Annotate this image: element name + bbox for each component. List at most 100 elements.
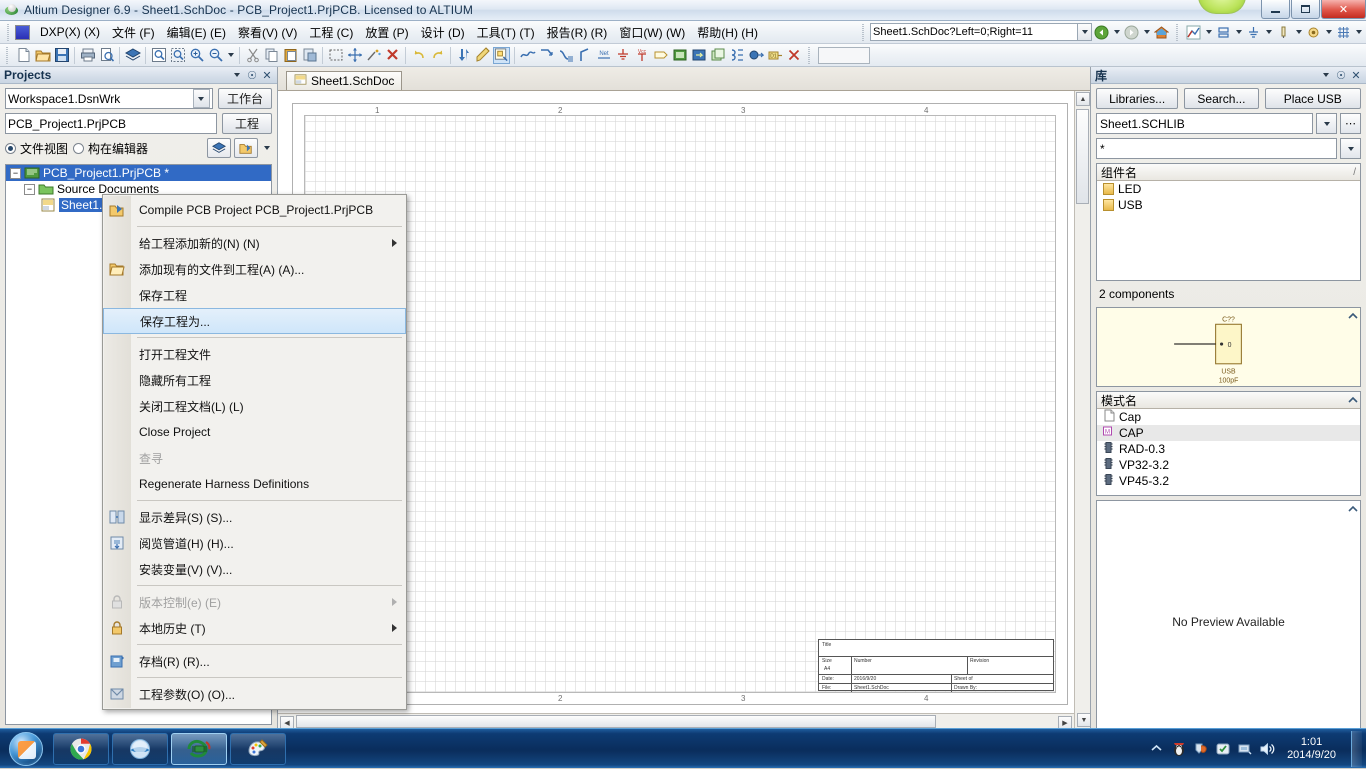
probe-icon[interactable] xyxy=(1275,24,1292,41)
undo-icon[interactable] xyxy=(410,47,427,64)
menu-help[interactable]: 帮助(H) (H) xyxy=(691,21,764,44)
place-usb-button[interactable]: Place USB xyxy=(1265,88,1361,109)
schematic-grid[interactable] xyxy=(304,115,1056,693)
maximize-button[interactable] xyxy=(1291,0,1320,19)
model-row-vp32[interactable]: VP32-3.2 xyxy=(1097,457,1360,473)
layers-button[interactable] xyxy=(207,138,231,158)
component-row-led[interactable]: LED xyxy=(1097,181,1360,197)
search-button[interactable]: Search... xyxy=(1184,88,1258,109)
taskbar-clock[interactable]: 1:01 2014/9/20 xyxy=(1280,736,1343,762)
workspace-combo[interactable]: Workspace1.DsnWrk xyxy=(5,88,213,109)
ctx-compile-project[interactable]: Compile PCB Project PCB_Project1.PrjPCB xyxy=(103,197,406,223)
gnd-dropdown-icon[interactable] xyxy=(1263,23,1274,41)
forward-icon[interactable] xyxy=(1123,24,1140,41)
schematic-sheet[interactable]: 1 2 3 4 1 2 3 4 xyxy=(292,103,1068,705)
place-sheet-symbol-icon[interactable] xyxy=(671,47,688,64)
probe-dropdown-icon[interactable] xyxy=(1293,23,1304,41)
network-icon[interactable] xyxy=(1236,740,1253,757)
minimize-button[interactable] xyxy=(1261,0,1290,19)
signal-chart-dropdown-icon[interactable] xyxy=(1203,23,1214,41)
place-harness-icon[interactable] xyxy=(728,47,745,64)
grid-icon[interactable] xyxy=(1335,24,1352,41)
panel-close-icon[interactable]: ✕ xyxy=(261,69,273,81)
menu-design[interactable]: 设计 (D) xyxy=(415,21,471,44)
library-close-icon[interactable]: ✕ xyxy=(1350,69,1362,81)
update-pcb-icon[interactable] xyxy=(455,47,472,64)
zoom-dropdown-icon[interactable] xyxy=(225,46,236,64)
sch-tools-grip[interactable] xyxy=(1174,24,1181,41)
canvas-vertical-scrollbar[interactable]: ▲ ▼ xyxy=(1074,91,1090,729)
expand-project-icon[interactable]: − xyxy=(10,168,21,179)
close-button[interactable]: ✕ xyxy=(1321,0,1366,19)
project-button[interactable]: 工程 xyxy=(222,113,272,134)
home-icon[interactable] xyxy=(1153,24,1170,41)
components-list[interactable]: 组件名 / LED USB xyxy=(1096,163,1361,281)
back-icon[interactable] xyxy=(1093,24,1110,41)
place-gnd-icon[interactable] xyxy=(614,47,631,64)
ctx-view-channels[interactable]: 阅览管道(H) (H)... xyxy=(103,530,406,556)
wire-ring-dropdown-icon[interactable] xyxy=(1323,23,1334,41)
project-context-menu[interactable]: Compile PCB Project PCB_Project1.PrjPCB … xyxy=(102,194,407,710)
dxp-logo-icon[interactable] xyxy=(15,25,30,40)
ctx-close-project-documents[interactable]: 关闭工程文档(L) (L) xyxy=(103,393,406,419)
menu-project[interactable]: 工程 (C) xyxy=(303,21,359,44)
forward-dropdown-icon[interactable] xyxy=(1141,23,1152,41)
workspace-button[interactable]: 工作台 xyxy=(218,88,272,109)
zoom-area-icon[interactable] xyxy=(169,47,186,64)
print-preview-icon[interactable] xyxy=(98,47,115,64)
move-icon[interactable] xyxy=(346,47,363,64)
component-preview[interactable]: C?? 0 USB 100pF xyxy=(1096,307,1361,387)
pin-icon[interactable]: ☉ xyxy=(246,69,258,81)
zoom-out-icon[interactable] xyxy=(207,47,224,64)
show-desktop-button[interactable] xyxy=(1351,731,1362,767)
ctx-regenerate-harness-definitions[interactable]: Regenerate Harness Definitions xyxy=(103,471,406,497)
sheet-symbol-dropdown-icon[interactable] xyxy=(1233,23,1244,41)
menu-reports[interactable]: 报告(R) (R) xyxy=(541,21,614,44)
taskbar-altium[interactable] xyxy=(171,733,227,765)
models-collapse-icon[interactable] xyxy=(1348,394,1358,404)
select-area-icon[interactable] xyxy=(327,47,344,64)
library-dropdown-icon[interactable] xyxy=(1316,113,1337,134)
wire-ring-icon[interactable] xyxy=(1305,24,1322,41)
tree-node-project[interactable]: − PCB_Project1.PrjPCB * xyxy=(6,165,271,181)
annotate-icon[interactable] xyxy=(474,47,491,64)
toolbar-field[interactable] xyxy=(818,47,870,64)
model-row-cap[interactable]: Cap xyxy=(1097,409,1360,425)
models-list[interactable]: 模式名 Cap M CAP xyxy=(1096,391,1361,496)
model-row-vp45[interactable]: VP45-3.2 xyxy=(1097,473,1360,489)
back-dropdown-icon[interactable] xyxy=(1111,23,1122,41)
ctx-add-existing-to-project[interactable]: 添加现有的文件到工程(A) (A)... xyxy=(103,256,406,282)
ctx-configure-variants[interactable]: 安装变量(V) (V)... xyxy=(103,556,406,582)
place-vcc-icon[interactable]: Vcc xyxy=(633,47,650,64)
taskbar-browser[interactable] xyxy=(112,733,168,765)
ctx-add-new-to-project[interactable]: 给工程添加新的(N) (N) xyxy=(103,230,406,256)
radio-file-view[interactable]: 文件视图 xyxy=(5,139,68,158)
toolbar-close-icon[interactable] xyxy=(785,47,802,64)
ctx-show-differences[interactable]: 显示差异(S) (S)... xyxy=(103,504,406,530)
place-bus-entry-icon[interactable] xyxy=(557,47,574,64)
clear-selection-icon[interactable] xyxy=(365,47,382,64)
copy-icon[interactable] xyxy=(263,47,280,64)
delete-icon[interactable] xyxy=(384,47,401,64)
expand-source-icon[interactable]: − xyxy=(24,184,35,195)
title-block[interactable]: Title Size A4 Number Revision Date: 2016… xyxy=(818,639,1054,691)
libraries-button[interactable]: Libraries... xyxy=(1096,88,1178,109)
sort-indicator-icon[interactable]: / xyxy=(1353,167,1356,178)
show-hidden-icon[interactable] xyxy=(1148,740,1165,757)
toolbar-grip-1[interactable] xyxy=(4,47,11,64)
place-signal-harness-icon[interactable] xyxy=(747,47,764,64)
redo-icon[interactable] xyxy=(429,47,446,64)
new-document-icon[interactable] xyxy=(15,47,32,64)
scroll-down-button[interactable]: ▼ xyxy=(1077,713,1090,727)
document-tab-sheet1[interactable]: Sheet1.SchDoc xyxy=(286,71,402,90)
model-row-cap-sim[interactable]: M CAP xyxy=(1097,425,1360,441)
signal-chart-icon[interactable] xyxy=(1185,24,1202,41)
menu-window[interactable]: 窗口(W) (W) xyxy=(613,21,691,44)
menu-dxp[interactable]: DXP(X) (X) xyxy=(34,22,106,42)
ctx-hide-all-projects[interactable]: 隐藏所有工程 xyxy=(103,367,406,393)
cut-icon[interactable] xyxy=(244,47,261,64)
menu-grip[interactable] xyxy=(5,24,12,41)
volume-icon[interactable] xyxy=(1258,740,1275,757)
menu-view[interactable]: 察看(V) (V) xyxy=(232,21,303,44)
file-view-radio[interactable] xyxy=(5,143,16,154)
